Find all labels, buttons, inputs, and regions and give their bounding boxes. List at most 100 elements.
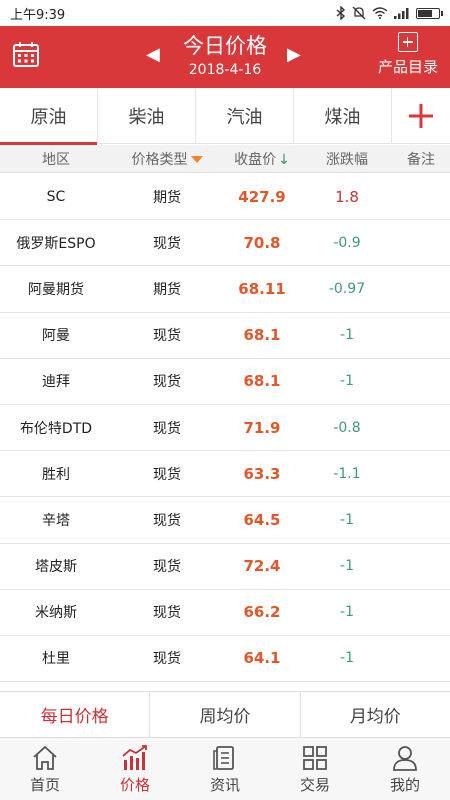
col-price-type[interactable]: 价格类型 bbox=[112, 149, 222, 169]
tab-diesel[interactable]: 柴油 bbox=[98, 88, 196, 144]
status-icons bbox=[336, 6, 443, 20]
tab-gasoline[interactable]: 汽油 bbox=[196, 88, 294, 144]
cell-close: 66.2 bbox=[243, 603, 281, 622]
cell-region: 俄罗斯ESPO bbox=[16, 235, 96, 252]
col-close-price-label: 收盘价 bbox=[234, 151, 277, 168]
cell-type: 现货 bbox=[153, 420, 181, 437]
table-row[interactable]: 胜利 现货 63.3 -1.1 bbox=[0, 451, 450, 498]
cell-close: 70.8 bbox=[243, 233, 281, 252]
tab-monthly-average[interactable]: 月均价 bbox=[301, 692, 450, 737]
cell-type: 期货 bbox=[153, 189, 181, 206]
prev-day-button[interactable]: ◀ bbox=[146, 44, 160, 65]
table-row[interactable]: SC 期货 427.9 1.8 bbox=[0, 174, 450, 221]
col-price-type-label: 价格类型 bbox=[131, 151, 188, 168]
nav-trade[interactable]: 交易 bbox=[270, 738, 360, 800]
tab-weekly-average[interactable]: 周均价 bbox=[150, 692, 301, 737]
product-tabs: 原油 柴油 汽油 煤油 bbox=[0, 88, 450, 145]
status-time: 上午9:39 bbox=[10, 7, 66, 23]
bluetooth-icon bbox=[336, 6, 346, 20]
nav-me-label: 我的 bbox=[389, 775, 420, 794]
next-day-button[interactable]: ▶ bbox=[287, 44, 301, 65]
nav-news[interactable]: 资讯 bbox=[180, 738, 270, 800]
cell-region: 杜里 bbox=[42, 651, 70, 668]
tab-kerosene[interactable]: 煤油 bbox=[294, 88, 392, 144]
cell-type: 现货 bbox=[153, 605, 181, 622]
cell-region: 胜利 bbox=[42, 466, 70, 483]
nav-home-label: 首页 bbox=[29, 775, 60, 794]
cell-region: 阿曼期货 bbox=[28, 281, 84, 298]
col-change[interactable]: 涨跌幅 bbox=[302, 149, 392, 169]
cell-close: 68.1 bbox=[243, 372, 281, 391]
nav-me[interactable]: 我的 bbox=[360, 738, 450, 800]
header-title-block: 今日价格 2018-4-16 bbox=[165, 32, 285, 80]
cell-change: -1 bbox=[340, 558, 354, 575]
table-row[interactable]: 塔皮斯 现货 72.4 -1 bbox=[0, 543, 450, 590]
cell-type: 现货 bbox=[153, 328, 181, 345]
cell-type: 期货 bbox=[153, 281, 181, 298]
cell-change: -1.1 bbox=[333, 465, 361, 482]
mute-icon bbox=[352, 6, 366, 20]
current-date: 2018-4-16 bbox=[188, 62, 262, 78]
col-note[interactable]: 备注 bbox=[392, 149, 450, 169]
table-row[interactable]: 米纳斯 现货 66.2 -1 bbox=[0, 589, 450, 636]
cell-type: 现货 bbox=[153, 651, 181, 668]
table-row[interactable]: 俄罗斯ESPO 现货 70.8 -0.9 bbox=[0, 220, 450, 267]
cell-region: 阿曼 bbox=[42, 328, 70, 345]
cell-change: -1 bbox=[340, 511, 354, 528]
nav-trade-label: 交易 bbox=[299, 775, 330, 794]
col-close-price[interactable]: 收盘价 ↓ bbox=[222, 149, 302, 169]
add-tab-button[interactable] bbox=[392, 88, 450, 143]
tab-daily-price[interactable]: 每日价格 bbox=[0, 692, 151, 737]
sort-down-arrow-icon: ↓ bbox=[278, 151, 290, 168]
table-row[interactable]: 辛塔 现货 64.5 -1 bbox=[0, 497, 450, 544]
calendar-icon[interactable] bbox=[12, 40, 40, 68]
cell-change: -1 bbox=[340, 604, 354, 621]
cell-type: 现货 bbox=[153, 512, 181, 529]
product-catalog-button[interactable]: 产品目录 bbox=[378, 30, 438, 77]
cell-region: 塔皮斯 bbox=[35, 559, 77, 576]
col-region[interactable]: 地区 bbox=[0, 149, 112, 169]
cell-region: 辛塔 bbox=[42, 512, 70, 529]
header: ◀ 今日价格 2018-4-16 ▶ 产品目录 bbox=[0, 26, 450, 88]
grid-icon bbox=[303, 745, 327, 770]
news-icon bbox=[213, 745, 234, 770]
cell-close: 68.1 bbox=[243, 326, 281, 345]
dropdown-triangle-icon bbox=[190, 156, 203, 163]
bottom-nav: 首页 价格 资讯 交易 我的 bbox=[0, 738, 450, 800]
cell-change: -0.8 bbox=[333, 419, 361, 436]
cell-type: 现货 bbox=[153, 466, 181, 483]
cell-close: 71.9 bbox=[243, 418, 281, 437]
product-catalog-label: 产品目录 bbox=[377, 58, 438, 76]
table-row[interactable]: 阿曼期货 期货 68.11 -0.97 bbox=[0, 266, 450, 313]
table-row[interactable]: 迪拜 现货 68.1 -1 bbox=[0, 358, 450, 405]
cell-change: -1 bbox=[340, 373, 354, 390]
cell-change: 1.8 bbox=[335, 187, 359, 206]
nav-home[interactable]: 首页 bbox=[0, 738, 90, 800]
status-bar: 上午9:39 bbox=[0, 0, 450, 26]
cell-close: 427.9 bbox=[238, 187, 286, 206]
cell-type: 现货 bbox=[153, 235, 181, 252]
cell-region: 米纳斯 bbox=[35, 605, 77, 622]
cell-change: -1 bbox=[340, 327, 354, 344]
cell-close: 72.4 bbox=[243, 557, 281, 576]
cell-region: 布伦特DTD bbox=[19, 420, 93, 437]
user-icon bbox=[393, 745, 417, 771]
wifi-icon bbox=[372, 7, 388, 19]
plus-icon bbox=[409, 103, 433, 128]
cell-change: -1 bbox=[340, 650, 354, 667]
home-icon bbox=[33, 745, 57, 770]
tab-crude-oil[interactable]: 原油 bbox=[0, 88, 98, 145]
price-chart-icon bbox=[122, 744, 147, 770]
cell-close: 68.11 bbox=[238, 279, 286, 298]
signal-icon bbox=[394, 8, 409, 19]
table-row[interactable]: 布伦特DTD 现货 71.9 -0.8 bbox=[0, 404, 450, 452]
battery-icon bbox=[416, 7, 443, 19]
cell-close: 63.3 bbox=[243, 464, 281, 483]
cell-type: 现货 bbox=[153, 559, 181, 576]
table-row[interactable]: 杜里 现货 64.1 -1 bbox=[0, 635, 450, 683]
add-box-icon bbox=[397, 32, 418, 52]
period-tabs: 每日价格 周均价 月均价 bbox=[0, 691, 450, 738]
table-row[interactable]: 阿曼 现货 68.1 -1 bbox=[0, 312, 450, 359]
nav-price[interactable]: 价格 bbox=[90, 738, 180, 800]
price-table-body: SC 期货 427.9 1.8 俄罗斯ESPO 现货 70.8 -0.9 阿曼期… bbox=[0, 174, 450, 683]
